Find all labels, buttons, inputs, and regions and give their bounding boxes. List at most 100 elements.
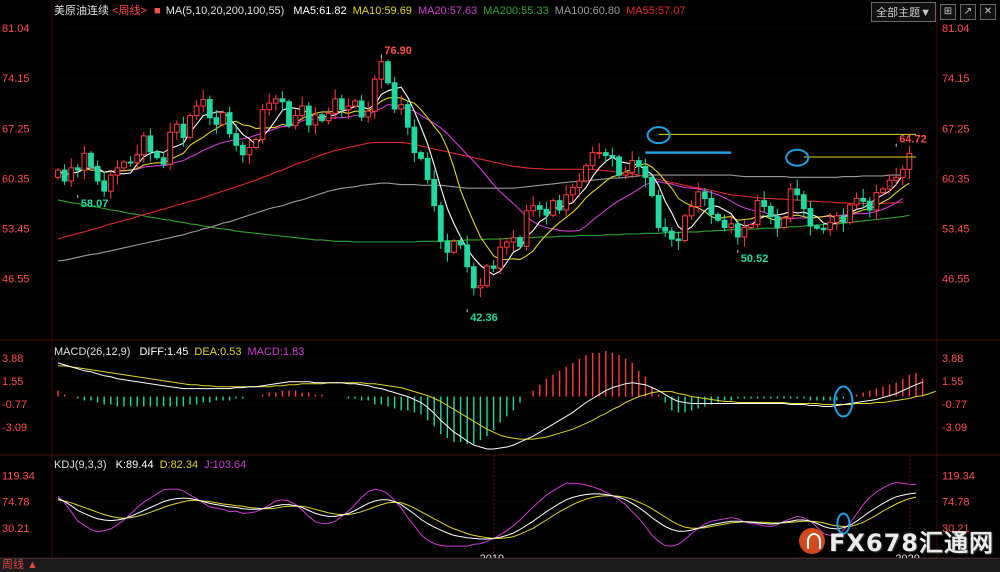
price-annotation: 42.36 (470, 312, 498, 324)
candle-down (668, 230, 675, 240)
candle-up (193, 105, 200, 117)
candle-down (649, 176, 655, 197)
kdj-y-tick-label: 119.34 (942, 470, 975, 482)
candle-down (305, 105, 312, 126)
candle-down (431, 179, 438, 207)
candle-down (127, 161, 134, 164)
main-y-tick-label: 60.35 (942, 173, 970, 185)
legend-ma20: MA20:57.63 (418, 5, 477, 17)
candle-up (787, 188, 794, 219)
main-y-tick-label: 60.35 (2, 173, 30, 185)
kdj-y-tick-label: 30.21 (2, 523, 30, 535)
candle-down (437, 205, 444, 242)
candle-up (629, 160, 636, 173)
candle-down (226, 112, 233, 135)
layout-button[interactable]: ⊞ (940, 4, 956, 20)
legend-ma10: MA10:59.69 (353, 5, 412, 17)
candle-up (259, 109, 266, 141)
candle-down (279, 98, 286, 103)
candle-down (820, 227, 827, 231)
candle-up (121, 161, 127, 169)
legend-dea: DEA:0.53 (194, 346, 241, 358)
legend-diff: DIFF:1.45 (139, 346, 188, 358)
candle-up (530, 205, 537, 212)
main-y-ticks-left: 81.04 74.15 67.25 60.35 53.45 46.55 (2, 23, 30, 286)
moving-average-lines (57, 86, 910, 276)
candle-down (154, 151, 160, 159)
candle-down (701, 191, 708, 199)
watermark-text: FX678汇通网 (829, 529, 994, 557)
candle-up (510, 237, 517, 243)
candle-up (398, 104, 405, 110)
price-annotations: 76.90 58.07 42.36 50.52 64.72 (77, 45, 927, 324)
candle-up (266, 102, 273, 111)
candle-up (853, 197, 860, 206)
candle-down (160, 157, 167, 165)
candle-up (563, 194, 570, 211)
candle-down (206, 99, 213, 119)
main-y-tick-label: 81.04 (2, 23, 30, 35)
macd-panel: 3.88 1.55 -0.77 -3.09 3.88 1.55 -0.77 -3.09 MA… (2, 346, 967, 450)
macd-y-tick-label: -0.77 (2, 399, 27, 411)
candle-up (345, 105, 352, 111)
candle-up (81, 152, 88, 171)
main-y-tick-label: 81.04 (942, 23, 970, 35)
candle-up (167, 131, 174, 165)
candle-down (635, 160, 642, 167)
candle-down (807, 208, 814, 227)
candle-up (906, 152, 913, 170)
candle-up (68, 167, 75, 182)
close-button[interactable]: ✕ (980, 4, 996, 20)
macd-highlight-circle (833, 385, 854, 418)
macd-histogram (57, 351, 924, 445)
legend-k: K:89.44 (116, 459, 154, 471)
candle-up (477, 285, 484, 289)
candle-up (292, 115, 299, 127)
candle-up (847, 204, 853, 223)
candle-down (385, 61, 391, 84)
period-label: <周线> (112, 3, 147, 17)
candle-up (576, 180, 583, 189)
candle-down (233, 133, 240, 146)
candle-up (622, 171, 629, 176)
candle-down (88, 152, 94, 167)
highlight-circles (646, 126, 854, 535)
watermark: FX678汇通网 (799, 523, 994, 558)
candle-up (332, 98, 339, 114)
candle-down (94, 165, 101, 182)
candle-up (682, 215, 688, 242)
candle-down (556, 200, 563, 211)
candle-down (774, 216, 781, 228)
theme-select[interactable]: 全部主题▼ (871, 2, 936, 22)
candle-up (833, 215, 840, 223)
k-line (57, 492, 917, 540)
macd-y-tick-label: -3.09 (2, 422, 27, 434)
candle-up (827, 221, 834, 231)
candle-down (74, 167, 81, 171)
macd-y-tick-label: 1.55 (2, 376, 23, 388)
candle-up (312, 114, 319, 126)
main-panel: 76.90 58.07 42.36 50.52 64.72 81.04 74.15 67.2… (2, 3, 970, 324)
main-legend: 美原油连续 <周线> ■ MA(5,10,20,200,100,55) MA5:… (54, 3, 685, 17)
candle-up (688, 205, 695, 217)
candle-up (589, 152, 596, 167)
legend-macd: MACD:1.83 (247, 346, 304, 358)
price-annotation: 64.72 (899, 134, 927, 146)
period-tab[interactable]: 周线 ▲ (2, 559, 38, 572)
kdj-y-ticks-left: 119.34 74.78 30.21 (2, 470, 35, 535)
candlesticks (55, 54, 913, 298)
candle-down (490, 265, 497, 269)
candle-up (583, 165, 589, 182)
candle-up (173, 123, 180, 133)
candle-down (860, 197, 867, 202)
candle-down (517, 237, 523, 247)
candle-up (200, 99, 207, 107)
candle-up (728, 223, 735, 228)
popout-button[interactable]: ↗ (960, 4, 976, 20)
candle-down (655, 195, 662, 228)
candle-up (187, 115, 193, 138)
j-line (57, 482, 917, 547)
candle-up (497, 246, 504, 269)
main-y-tick-label: 46.55 (942, 274, 970, 286)
candle-down (457, 240, 464, 246)
